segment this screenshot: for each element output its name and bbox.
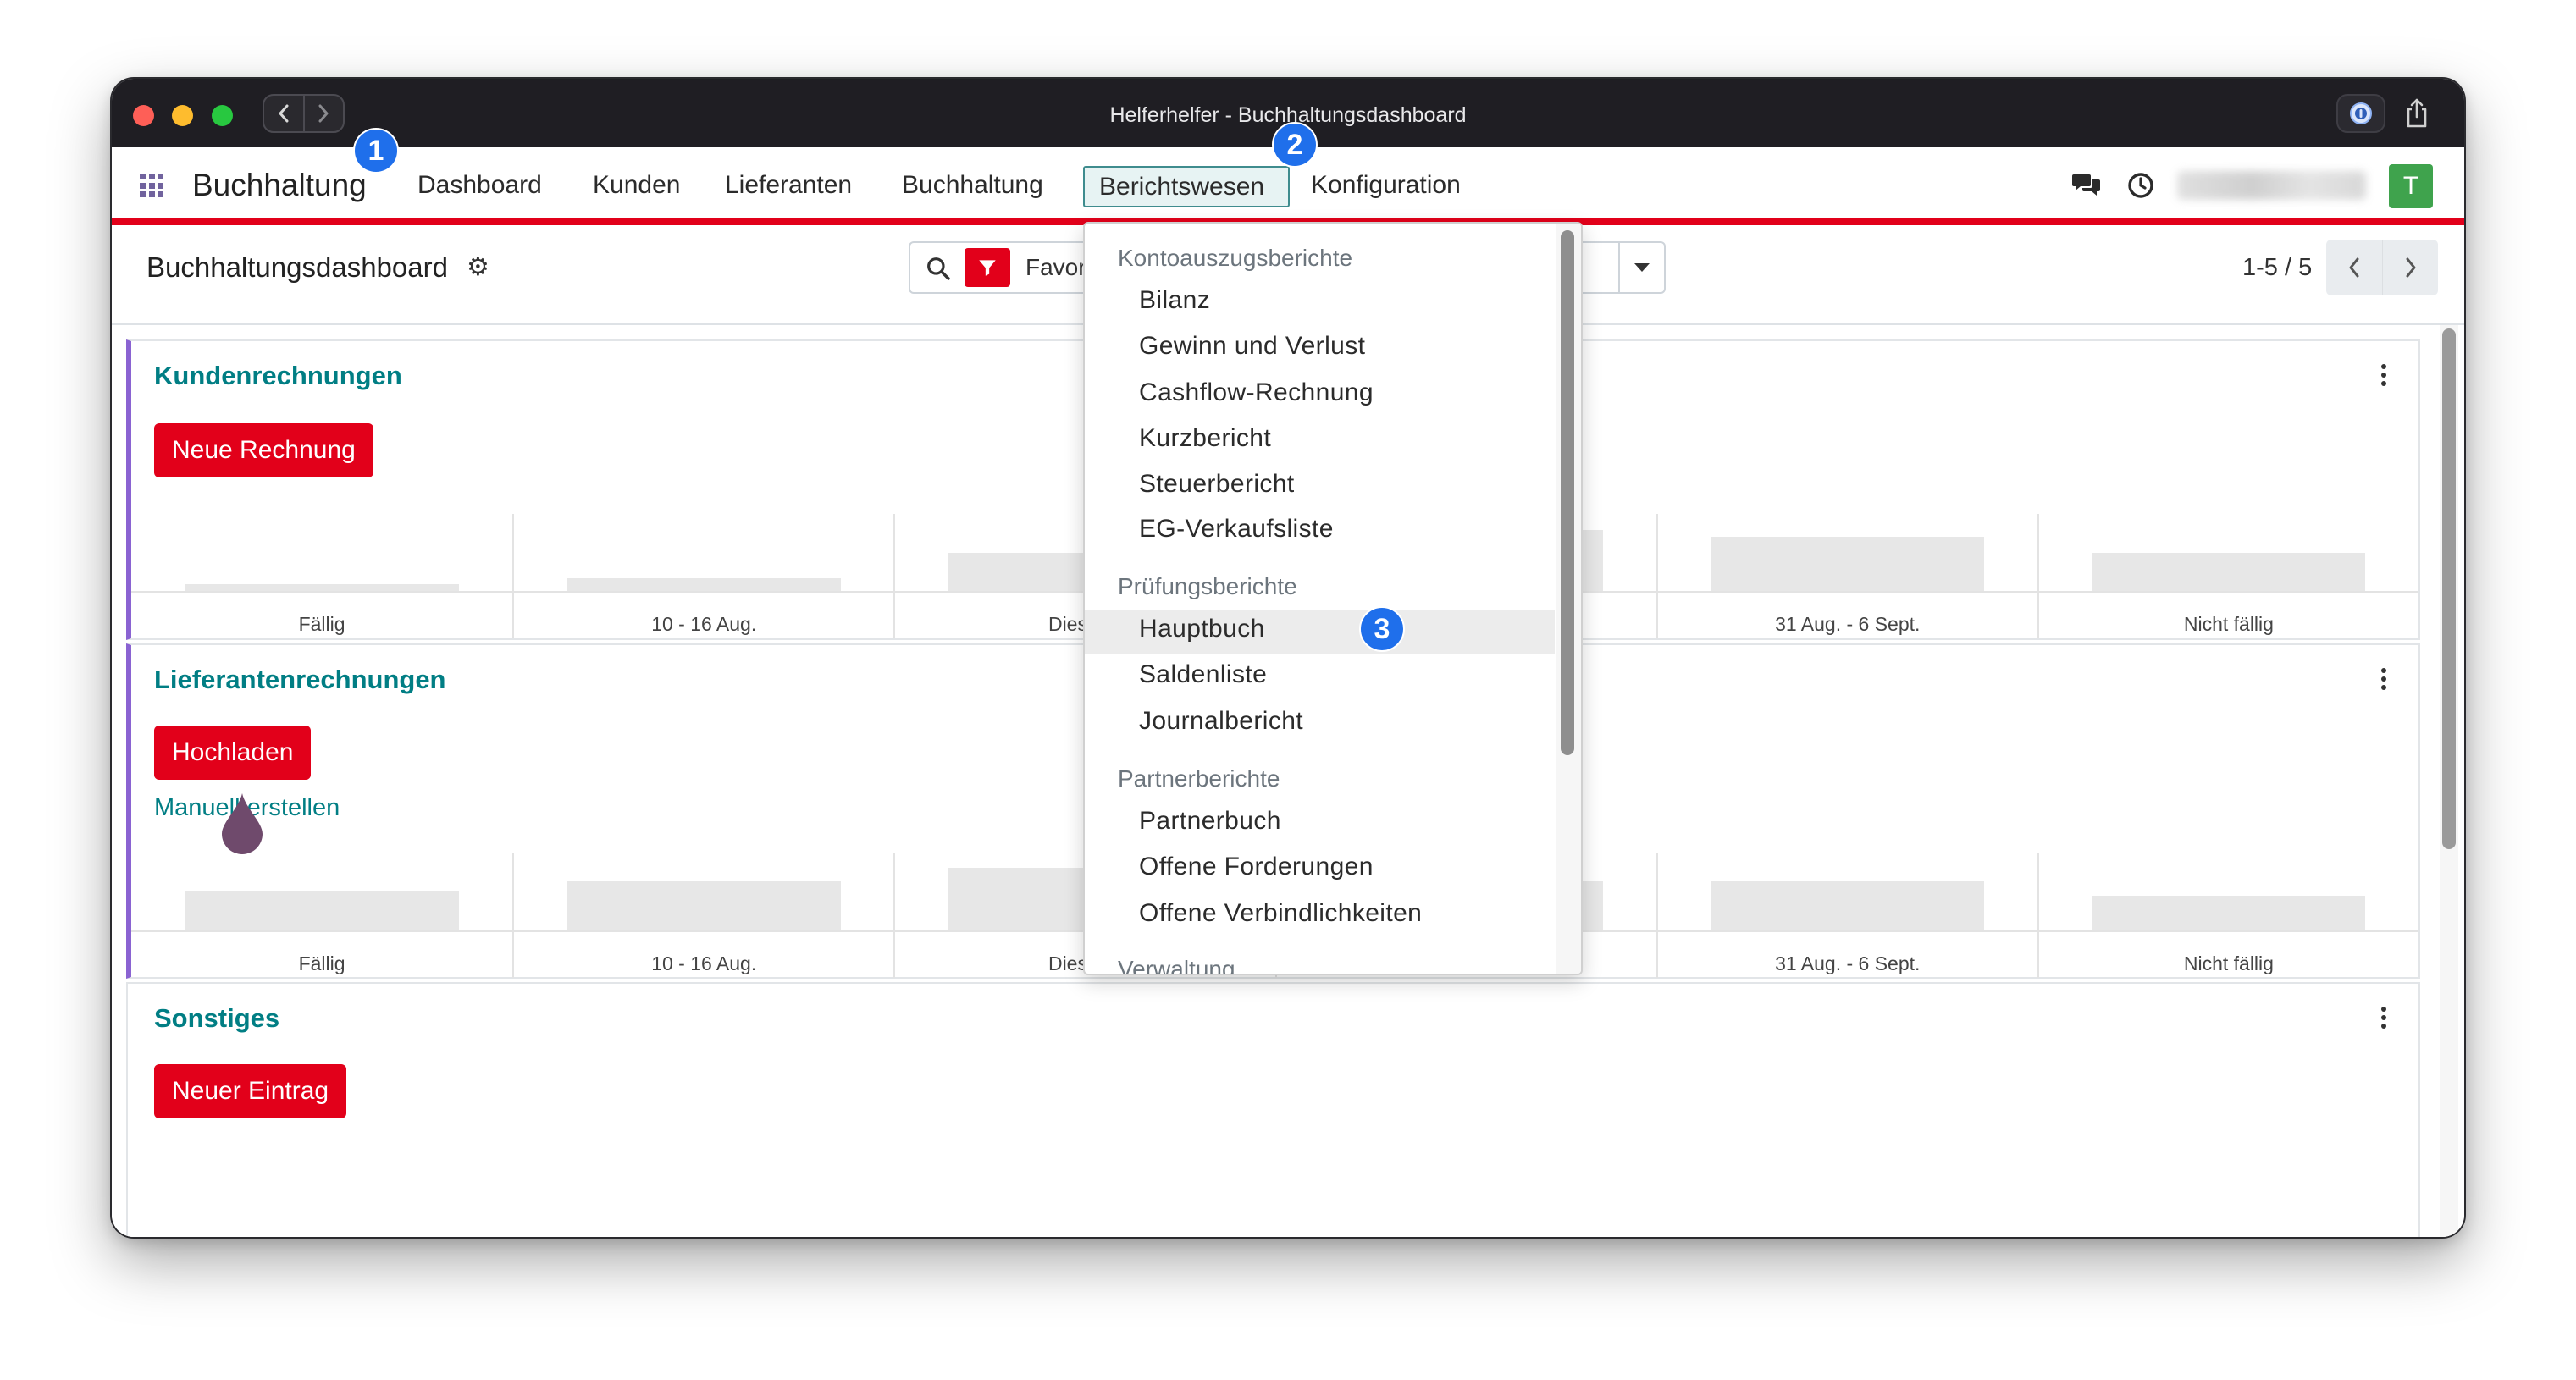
section-header-pruefungsberichte: Prüfungsberichte [1118,573,1297,599]
new-entry-button[interactable]: Neuer Eintrag [154,1064,347,1118]
filter-facet[interactable] [965,248,1010,287]
nav-buchhaltung[interactable]: Buchhaltung [902,168,1043,202]
chart-bar[interactable] [2092,896,2366,930]
chevron-right-icon [2406,257,2415,278]
chart-bar[interactable] [185,584,460,591]
menu-item-bilanz[interactable]: Bilanz [1139,284,1210,317]
nav-lieferanten[interactable]: Lieferanten [725,168,852,202]
menu-item-partnerbuch[interactable]: Partnerbuch [1139,804,1281,838]
menu-item-hauptbuch[interactable]: Hauptbuch [1139,612,1265,646]
browser-window: Helferhelfer - Buchhaltungsdashboard Buc… [112,79,2464,1237]
chart-column[interactable]: Fällig [131,514,512,638]
card-title[interactable]: Kundenrechnungen [154,359,402,393]
chart-label: 31 Aug. - 6 Sept. [1775,952,1921,974]
chat-button[interactable] [2071,170,2102,201]
user-avatar[interactable]: T [2389,164,2433,208]
menu-item-gewinn-und-verlust[interactable]: Gewinn und Verlust [1139,329,1365,363]
chart-label: Nicht fällig [2183,952,2274,974]
filter-facet-label: Favor [1025,254,1086,280]
chat-icon [2072,174,2100,196]
page-title: Buchhaltungsdashboard [146,251,448,283]
menu-item-steuerbericht[interactable]: Steuerbericht [1139,467,1295,501]
section-header-kontoauszugsberichte: Kontoauszugsberichte [1118,245,1353,271]
chart-label: 31 Aug. - 6 Sept. [1775,613,1921,635]
chart-bar[interactable] [185,891,460,930]
kebab-icon[interactable] [2375,664,2392,694]
menu-item-eg-verkaufsliste[interactable]: EG-Verkaufsliste [1139,512,1334,546]
search-icon [927,257,950,280]
chart-label: Fällig [298,952,345,974]
chart-column[interactable]: 10 - 16 Aug. [512,514,893,638]
nav-konfiguration[interactable]: Konfiguration [1311,168,1461,202]
chart-column[interactable]: Nicht fällig [2037,514,2418,638]
chart-column[interactable]: Nicht fällig [2037,853,2418,978]
chart-label: Fällig [298,613,345,635]
dropdown-scrollbar-thumb[interactable] [1561,230,1574,755]
pager-value[interactable]: 1-5 / 5 [2242,252,2312,283]
kebab-icon[interactable] [2375,1002,2392,1033]
new-invoice-button[interactable]: Neue Rechnung [154,423,373,477]
step-badge-2: 2 [1272,122,1318,168]
user-name-blurred[interactable] [2177,171,2366,200]
nav-berichtswesen[interactable]: Berichtswesen [1083,166,1290,207]
card-title[interactable]: Sonstiges [154,1002,279,1035]
filter-icon [979,260,996,276]
nav-kunden[interactable]: Kunden [593,168,680,202]
step-badge-1: 1 [353,128,399,174]
chart-bar[interactable] [1711,881,1985,930]
chevron-left-icon [2349,257,2359,278]
chart-bar[interactable] [2092,553,2366,591]
privacy-button[interactable] [2336,94,2385,133]
chart-label: 10 - 16 Aug. [651,613,757,635]
menu-item-saldenliste[interactable]: Saldenliste [1139,658,1267,692]
share-button[interactable] [2402,95,2432,132]
menu-item-cashflow-rechnung[interactable]: Cashflow-Rechnung [1139,376,1374,410]
pager-next-button[interactable] [2382,240,2438,295]
droplet-cursor-icon [222,793,263,854]
app-name[interactable]: Buchhaltung [192,168,367,202]
section-header-partnerberichte: Partnerberichte [1118,765,1280,792]
section-header-verwaltung: Verwaltung [1118,956,1235,975]
search-options-toggle[interactable] [1618,243,1664,292]
main-scrollbar-thumb[interactable] [2442,328,2456,849]
chart-column[interactable]: 31 Aug. - 6 Sept. [1656,853,2037,978]
pager-previous-button[interactable] [2326,240,2382,295]
nav-dashboard[interactable]: Dashboard [417,168,542,202]
menu-item-offene-verbindlichkeiten[interactable]: Offene Verbindlichkeiten [1139,897,1422,930]
chart-bar[interactable] [567,578,841,591]
activity-button[interactable] [2125,170,2156,201]
chart-label: 10 - 16 Aug. [651,952,757,974]
reporting-dropdown-menu: Kontoauszugsberichte Bilanz Gewinn und V… [1083,222,1583,975]
journal-card-sonstiges: Sonstiges Neuer Eintrag [126,982,2420,1237]
privacy-shield-icon [2350,102,2372,124]
share-icon [2407,98,2427,128]
chart-bar[interactable] [1711,537,1985,591]
gear-icon[interactable]: ⚙ [467,251,489,284]
menu-item-journalbericht[interactable]: Journalbericht [1139,704,1303,738]
menu-item-kurzbericht[interactable]: Kurzbericht [1139,422,1271,455]
caret-down-icon [1634,263,1650,272]
chart-column[interactable]: 31 Aug. - 6 Sept. [1656,514,2037,638]
chart-column[interactable]: 10 - 16 Aug. [512,853,893,978]
kebab-icon[interactable] [2375,360,2392,390]
chart-column[interactable]: Fällig [131,853,512,978]
card-title[interactable]: Lieferantenrechnungen [154,663,446,697]
clock-icon [2128,173,2153,198]
chart-bar[interactable] [567,881,841,930]
chart-label: Nicht fällig [2183,613,2274,635]
menu-item-offene-forderungen[interactable]: Offene Forderungen [1139,850,1374,884]
grid-icon[interactable] [140,174,163,197]
step-badge-3: 3 [1359,606,1405,652]
upload-button[interactable]: Hochladen [154,726,312,780]
